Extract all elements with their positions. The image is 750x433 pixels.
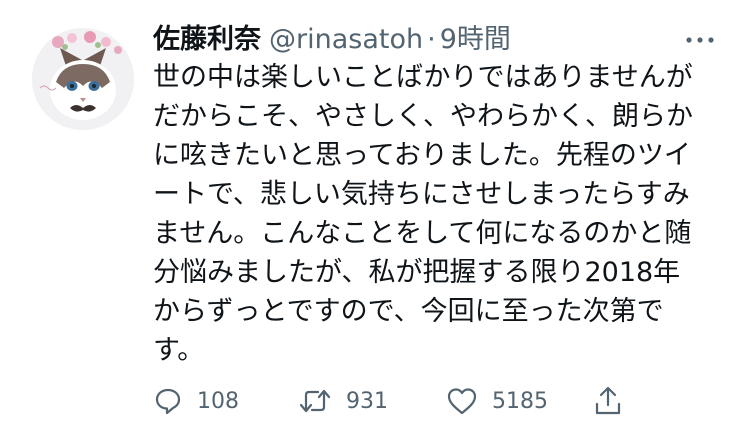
separator-dot: · [427, 24, 436, 55]
tweet-text-line: 世の中は楽しいことばかりではありませんが [153, 62, 693, 93]
author-avatar[interactable] [32, 28, 134, 130]
share-button[interactable] [593, 382, 623, 420]
tweet-text-line: だからこそ、やさしく、やわらかく、朗らか [153, 101, 693, 132]
retweet-count: 931 [346, 388, 388, 414]
more-options-button[interactable] [682, 28, 718, 52]
tweet-text-line: す。 [153, 335, 205, 366]
heart-icon [447, 388, 477, 415]
reply-count: 108 [197, 388, 239, 414]
share-icon [595, 386, 621, 415]
retweet-icon [299, 389, 331, 413]
more-icon [686, 37, 714, 43]
like-count: 5185 [492, 388, 548, 414]
user-handle[interactable]: @rinasatoh [269, 20, 423, 60]
tweet-text-line: からずっとですので、今回に至った次第で [153, 296, 664, 327]
tweet-text-line: 分悩みましたが、私が把握する限り2018年 [153, 257, 681, 288]
like-button[interactable]: 5185 [446, 382, 548, 420]
reply-icon [155, 388, 181, 415]
tweet-text: 世の中は楽しいことばかりではありませんが だからこそ、やさしく、やわらかく、朗ら… [153, 58, 723, 370]
tweet: 佐藤利奈 @rinasatoh · 9時間 世の中は楽しいことばかりではありませ… [0, 0, 750, 433]
tweet-text-line: ートで、悲しい気持ちにさせしまったらすみ [153, 179, 690, 210]
reply-button[interactable]: 108 [153, 382, 239, 420]
tweet-text-line: に呟きたいと思っておりました。先程のツイ [153, 140, 691, 171]
timestamp[interactable]: 9時間 [440, 20, 511, 60]
retweet-button[interactable]: 931 [298, 382, 388, 420]
cat-avatar-icon [32, 28, 134, 130]
tweet-actions: 108 931 5185 [153, 382, 633, 420]
tweet-text-line: ません。こんなことをして何になるのかと随 [153, 218, 692, 249]
tweet-header: 佐藤利奈 @rinasatoh · 9時間 [153, 20, 511, 60]
display-name[interactable]: 佐藤利奈 [153, 20, 261, 60]
